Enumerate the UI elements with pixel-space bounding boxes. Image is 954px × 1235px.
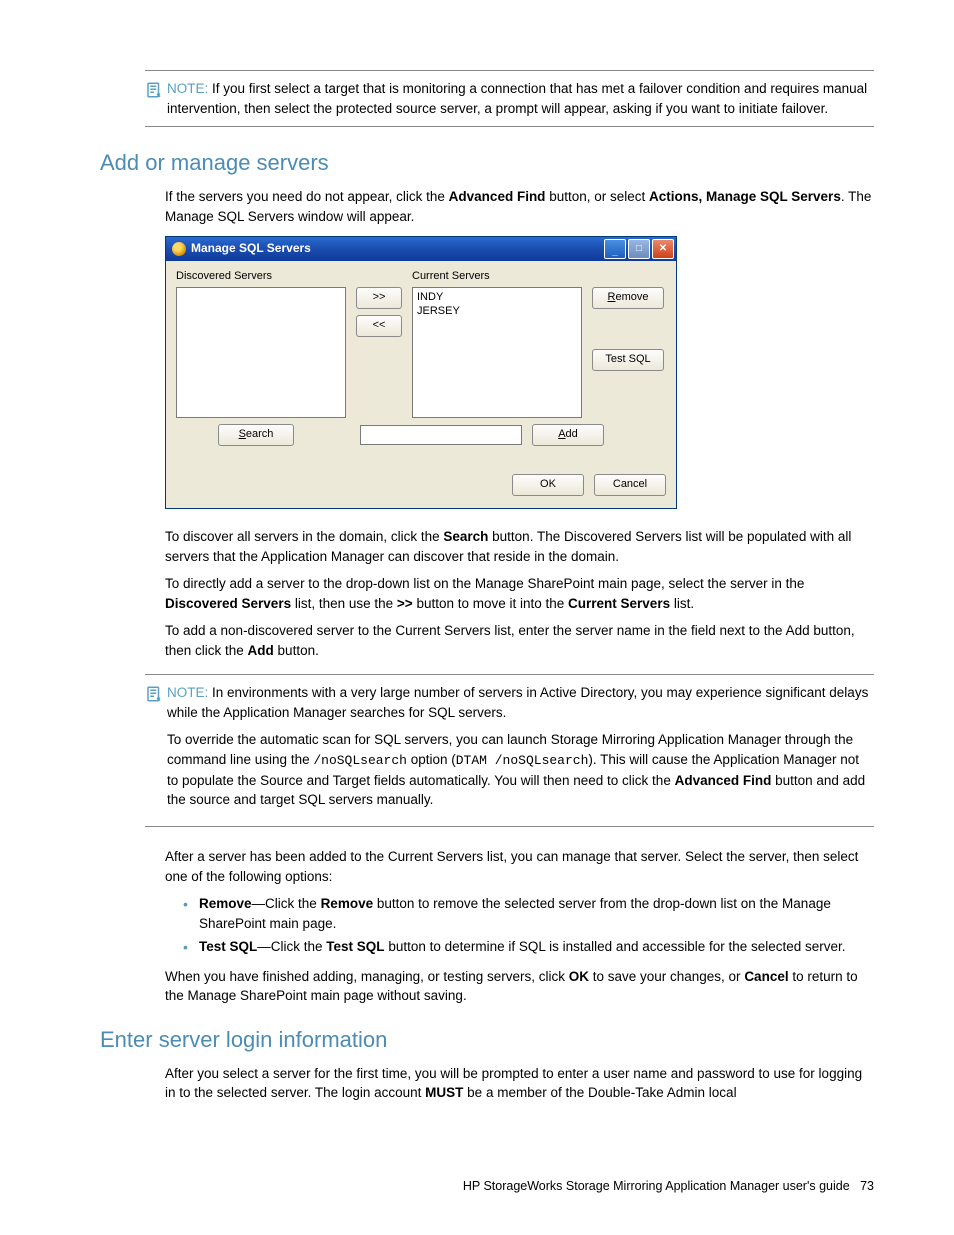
note-block-2: NOTE: In environments with a very large … [145, 674, 874, 827]
titlebar: Manage SQL Servers _ □ ✕ [166, 237, 676, 261]
para-direct-add: To directly add a server to the drop-dow… [165, 574, 874, 613]
para-nondiscovered: To add a non-discovered server to the Cu… [165, 621, 874, 660]
para-finish: When you have finished adding, managing,… [165, 967, 874, 1006]
remove-button[interactable]: Remove [592, 287, 664, 309]
current-label: Current Servers [412, 269, 582, 285]
move-right-button[interactable]: >> [356, 287, 402, 309]
heading-login: Enter server login information [100, 1024, 874, 1056]
list-item[interactable]: JERSEY [417, 304, 577, 318]
app-icon [172, 242, 186, 256]
list-item[interactable]: INDY [417, 290, 577, 304]
page-footer: HP StorageWorks Storage Mirroring Applic… [463, 1177, 874, 1195]
move-left-button[interactable]: << [356, 315, 402, 337]
add-server-input[interactable] [360, 425, 522, 445]
note-text: NOTE: If you first select a target that … [167, 79, 874, 118]
search-button[interactable]: Search [218, 424, 294, 446]
dialog-title: Manage SQL Servers [191, 240, 604, 257]
maximize-button[interactable]: □ [628, 239, 650, 259]
test-sql-button[interactable]: Test SQL [592, 349, 664, 371]
add-button[interactable]: Add [532, 424, 604, 446]
current-listbox[interactable]: INDY JERSEY [412, 287, 582, 418]
heading-add-manage: Add or manage servers [100, 147, 874, 179]
note-icon [145, 683, 167, 818]
note-block-1: NOTE: If you first select a target that … [145, 70, 874, 127]
options-list: Remove—Click the Remove button to remove… [183, 894, 874, 957]
discovered-listbox[interactable] [176, 287, 346, 418]
note-body: If you first select a target that is mon… [167, 81, 867, 116]
para-login: After you select a server for the first … [165, 1064, 874, 1103]
minimize-button[interactable]: _ [604, 239, 626, 259]
discovered-label: Discovered Servers [176, 269, 346, 285]
cancel-button[interactable]: Cancel [594, 474, 666, 496]
note-label: NOTE: [167, 81, 208, 96]
close-button[interactable]: ✕ [652, 239, 674, 259]
manage-sql-servers-dialog: Manage SQL Servers _ □ ✕ Discovered Serv… [165, 236, 677, 509]
para-manage: After a server has been added to the Cur… [165, 847, 874, 886]
note-icon [145, 79, 167, 118]
para-search: To discover all servers in the domain, c… [165, 527, 874, 566]
list-item: Test SQL—Click the Test SQL button to de… [183, 937, 874, 957]
list-item: Remove—Click the Remove button to remove… [183, 894, 874, 933]
note-text: NOTE: In environments with a very large … [167, 683, 874, 818]
note-label: NOTE: [167, 685, 208, 700]
ok-button[interactable]: OK [512, 474, 584, 496]
intro-paragraph: If the servers you need do not appear, c… [165, 187, 874, 226]
